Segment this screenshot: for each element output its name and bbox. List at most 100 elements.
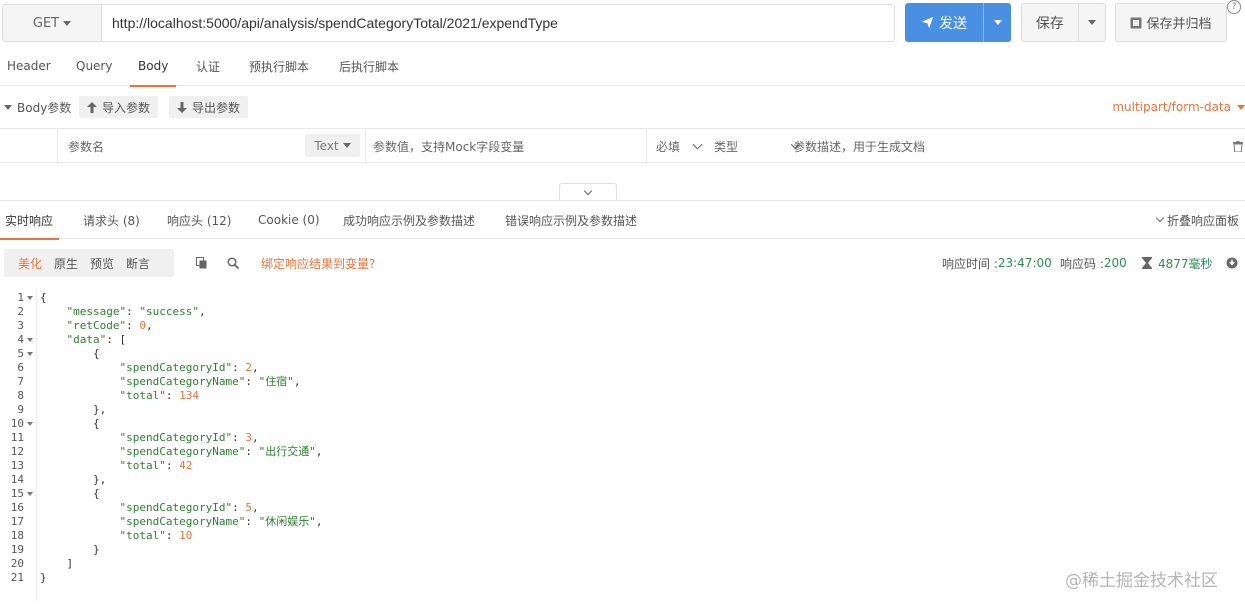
code-text: ] [66,557,74,570]
code-line: 2 "message": "success", [0,305,1245,319]
column-divider [57,129,58,163]
fold-toggle-icon[interactable] [27,492,33,496]
line-number: 15 [10,487,24,500]
send-dropdown-button[interactable] [983,3,1011,42]
fold-toggle-icon[interactable] [27,338,33,342]
line-number: 8 [17,389,24,402]
response-code: 响应码 : 200 [1060,256,1127,271]
code-line: 15 { [0,487,1245,501]
code-text: } [93,543,100,556]
view-pretty-button[interactable]: 美化 [12,255,48,272]
tab-pre-script[interactable]: 预执行脚本 [247,46,311,86]
copy-icon[interactable] [196,257,208,272]
download-icon[interactable] [1226,257,1238,272]
watermark: @稀土掘金技术社区 [1065,571,1218,591]
line-number: 19 [10,543,24,556]
save-button-group: 保存 [1021,3,1106,42]
request-bar: GET http://localhost:5000/api/analysis/s… [0,0,1245,46]
send-button-group: 发送 [905,3,1011,42]
tab-body[interactable]: Body [129,46,177,87]
collapse-request-handle[interactable] [559,183,617,201]
bind-response-link[interactable]: 绑定响应结果到变量? [261,249,375,277]
line-number: 9 [17,403,24,416]
url-input[interactable]: http://localhost:5000/api/analysis/spend… [101,4,895,42]
trash-icon[interactable] [1233,129,1243,163]
kind-select[interactable]: 类型 [714,129,801,163]
body-params-label: Body参数 [17,100,72,115]
arrow-up-icon [87,101,97,113]
response-time: 响应时间 : 23:47:00 [942,256,1052,271]
tab-cookie[interactable]: Cookie (0) [258,201,320,239]
code-text: "spendCategoryId": 2, [119,361,259,374]
view-preview-button[interactable]: 预览 [84,255,120,272]
tab-request-headers[interactable]: 请求头 (8) [83,201,140,239]
fold-response-panel-button[interactable]: 折叠响应面板 [1155,201,1239,239]
line-number: 20 [10,557,24,570]
code-text: "total": 134 [119,389,199,402]
method-select[interactable]: GET [2,4,101,42]
body-params-toggle[interactable]: Body参数 [4,99,71,116]
column-divider [646,129,647,163]
tab-error-example[interactable]: 错误响应示例及参数描述 [505,201,637,239]
method-label: GET [32,15,60,31]
response-body-editor[interactable]: 1 {2 "message": "success", 3 "retCode": 0, 4 "… [0,291,1245,585]
code-text: "spendCategoryId": 5, [119,501,259,514]
required-select[interactable]: 必填 [656,129,703,163]
save-dropdown-button[interactable] [1077,4,1105,41]
code-text: "spendCategoryName": "住宿", [119,375,301,388]
tab-live-response[interactable]: 实时响应 [0,201,60,240]
code-line: 20] [0,557,1245,571]
param-value-input[interactable]: 参数值，支持Mock字段变量 [373,129,524,163]
tab-header[interactable]: Header [5,46,53,86]
chevron-down-icon [692,139,703,149]
line-number: 2 [17,305,24,318]
export-params-button[interactable]: 导出参数 [169,96,249,118]
tab-query[interactable]: Query [74,46,114,86]
caret-down-icon [4,104,12,110]
line-number: 1 [17,291,24,304]
paper-plane-icon [921,16,934,29]
line-number: 14 [10,473,24,486]
save-archive-button[interactable]: 保存并归档 [1115,3,1227,42]
code-line: 5{ [0,347,1245,361]
param-name-input[interactable]: 参数名 [68,129,104,163]
view-raw-button[interactable]: 原生 [48,255,84,272]
import-params-button[interactable]: 导入参数 [79,96,159,118]
tab-post-script[interactable]: 后执行脚本 [337,46,401,86]
tab-success-example[interactable]: 成功响应示例及参数描述 [343,201,475,239]
code-line: 12 "spendCategoryName": "出行交通", [0,445,1245,459]
code-text: }, [93,403,107,416]
line-number: 6 [17,361,24,374]
code-text: "total": 10 [119,529,193,542]
caret-down-icon [1237,104,1245,110]
line-number: 13 [10,459,24,472]
tab-response-headers[interactable]: 响应头 (12) [167,201,231,239]
code-line: 3 "retCode": 0, [0,319,1245,333]
help-icon[interactable]: ? [1227,0,1241,14]
view-mode-group: 美化 原生 预览 断言 [4,249,174,277]
view-assert-button[interactable]: 断言 [120,255,156,272]
code-text: "spendCategoryId": 3, [119,431,259,444]
line-number: 5 [17,347,24,360]
code-line: 4 "data": [ [0,333,1245,347]
code-line: 7 "spendCategoryName": "住宿", [0,375,1245,389]
code-text: }, [93,473,107,486]
fold-toggle-icon[interactable] [27,352,33,356]
fold-toggle-icon[interactable] [27,296,33,300]
line-number: 11 [10,431,24,444]
send-button[interactable]: 发送 [905,3,983,42]
column-divider [365,129,366,163]
form-type-select[interactable]: multipart/form-data [1112,100,1245,114]
code-text: { [93,487,100,500]
tab-auth[interactable]: 认证 [194,46,222,86]
param-type-select[interactable]: Text [305,134,360,157]
code-line: 10 { [0,417,1245,431]
code-line: 13 "total": 42 [0,459,1245,473]
search-icon[interactable] [227,257,240,272]
line-number: 18 [10,529,24,542]
caret-down-icon [1087,20,1096,25]
save-button[interactable]: 保存 [1022,4,1078,41]
hourglass-icon [1142,257,1152,269]
fold-toggle-icon[interactable] [27,422,33,426]
param-desc-input[interactable]: 参数描述，用于生成文档 [793,129,925,163]
